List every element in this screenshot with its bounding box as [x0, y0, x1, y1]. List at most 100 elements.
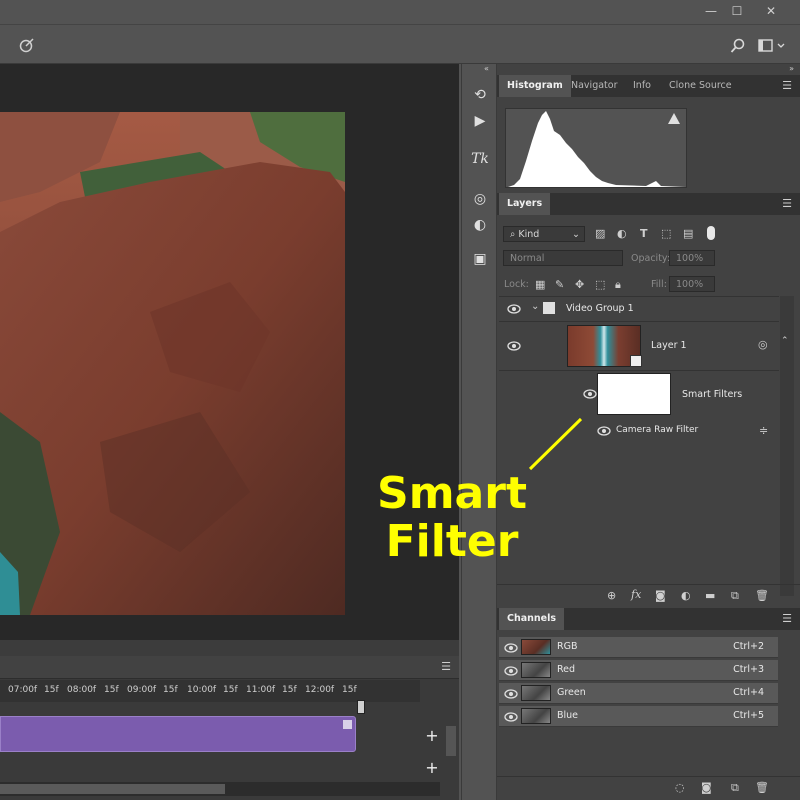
layers-scrollbar[interactable]: ⌃: [780, 296, 794, 596]
brush-target-icon[interactable]: [18, 37, 34, 53]
channel-thumbnail: [521, 639, 551, 655]
tab-channels[interactable]: Channels: [499, 608, 565, 630]
close-button[interactable]: ✕: [758, 2, 784, 20]
new-layer-icon[interactable]: ⧉: [731, 589, 739, 603]
collapse-icon[interactable]: »: [789, 64, 794, 73]
timeline-ruler[interactable]: 07:00f 15f 08:00f 15f 09:00f 15f 10:00f …: [0, 680, 420, 714]
opacity-field[interactable]: 100%: [669, 250, 715, 266]
layer-row-layer1[interactable]: Layer 1 ◎: [499, 322, 779, 371]
tick-label: 15f: [223, 685, 238, 695]
blend-mode-select[interactable]: Normal: [503, 250, 623, 266]
eye-icon[interactable]: [597, 426, 611, 436]
panel-icon-strip: « ⟲ ▶ Tk ◎ ◐ ▣: [461, 64, 497, 800]
warning-icon[interactable]: [668, 113, 680, 124]
channel-row-green[interactable]: Green Ctrl+4: [499, 683, 778, 704]
tick-label: 15f: [282, 685, 297, 695]
filter-toggle[interactable]: [707, 226, 715, 240]
properties-icon[interactable]: ▣: [462, 248, 498, 270]
collapse-icon[interactable]: «: [484, 64, 489, 73]
tick-label: 15f: [104, 685, 119, 695]
tab-info[interactable]: Info: [625, 75, 659, 97]
search-icon[interactable]: [730, 38, 746, 54]
filter-blending-options-icon[interactable]: ≑: [759, 424, 768, 437]
opacity-label: Opacity:: [631, 253, 671, 264]
add-track-button[interactable]: +: [420, 756, 444, 780]
channel-row-rgb[interactable]: RGB Ctrl+2: [499, 637, 778, 658]
minimize-button[interactable]: —: [698, 2, 724, 20]
timeline-panel: ☰ 07:00f 15f 08:00f 15f 09:00f 15f 10:00…: [0, 656, 459, 800]
lock-all-icon[interactable]: 🔒︎: [615, 278, 621, 292]
channel-name: Blue: [557, 710, 579, 721]
clip-menu-icon[interactable]: [343, 720, 352, 729]
smart-filter-mask[interactable]: [597, 373, 671, 415]
delete-layer-icon[interactable]: 🗑︎: [755, 589, 769, 602]
tab-navigator[interactable]: Navigator: [563, 75, 625, 97]
histogram-menu-icon[interactable]: ☰: [782, 80, 792, 91]
timeline-menu-icon[interactable]: ☰: [441, 661, 451, 672]
new-group-icon[interactable]: ▬: [705, 589, 715, 602]
history-icon[interactable]: ⟲: [462, 84, 498, 106]
eye-icon[interactable]: [504, 643, 518, 653]
maximize-button[interactable]: ☐: [724, 2, 750, 20]
callout-line2: Filter: [385, 516, 519, 567]
workspace-icon[interactable]: [758, 39, 788, 53]
add-media-button[interactable]: +: [420, 718, 444, 754]
tick-label: 10:00f: [187, 685, 217, 695]
eye-icon[interactable]: [504, 712, 518, 722]
video-clip[interactable]: [0, 716, 356, 752]
timeline-vscroll[interactable]: [446, 726, 456, 756]
libraries-icon[interactable]: ◎: [462, 188, 498, 210]
eye-icon[interactable]: [504, 689, 518, 699]
filter-pixel-icon[interactable]: ▨: [595, 227, 605, 240]
lock-artboard-icon[interactable]: ⬚: [595, 278, 605, 291]
filter-shape-icon[interactable]: ⬚: [661, 227, 671, 240]
fill-field[interactable]: 100%: [669, 276, 715, 292]
playhead-handle[interactable]: [357, 700, 365, 714]
lock-position-icon[interactable]: ✥: [575, 278, 584, 291]
character-icon[interactable]: Tk: [462, 148, 498, 170]
fx-icon[interactable]: fx: [631, 588, 641, 601]
eye-icon[interactable]: [507, 341, 521, 351]
layer-row-group[interactable]: ⌄ Video Group 1: [499, 297, 779, 322]
tab-histogram[interactable]: Histogram: [499, 75, 571, 97]
channel-row-blue[interactable]: Blue Ctrl+5: [499, 706, 778, 727]
smart-filter-indicator-icon[interactable]: ◎: [758, 338, 768, 351]
eye-icon[interactable]: [507, 304, 521, 314]
tab-layers[interactable]: Layers: [499, 193, 551, 215]
lock-image-icon[interactable]: ✎: [555, 278, 564, 291]
play-actions-icon[interactable]: ▶: [462, 110, 498, 132]
delete-channel-icon[interactable]: 🗑︎: [755, 781, 769, 794]
channel-row-red[interactable]: Red Ctrl+3: [499, 660, 778, 681]
histogram-display: [505, 108, 687, 188]
canyon-photo[interactable]: [0, 112, 345, 615]
eye-icon[interactable]: [583, 389, 597, 399]
histogram-graph: [508, 111, 686, 187]
chevron-up-icon[interactable]: ⌃: [781, 336, 791, 352]
load-selection-icon[interactable]: ◌: [675, 781, 685, 794]
tab-clone-source[interactable]: Clone Source: [661, 75, 740, 97]
channel-thumbnail: [521, 708, 551, 724]
lock-transparent-icon[interactable]: ▦: [535, 278, 545, 291]
adjustments-icon[interactable]: ◐: [462, 214, 498, 236]
channels-tabbar: Channels ☰: [497, 608, 800, 630]
canvas-scrollbar[interactable]: [0, 640, 459, 656]
filter-type-icon[interactable]: T: [640, 227, 648, 240]
chevron-down-icon[interactable]: ⌄: [531, 301, 539, 312]
smart-filters-row[interactable]: Smart Filters: [499, 371, 779, 421]
new-adjustment-icon[interactable]: ◐: [681, 589, 691, 602]
channel-name: RGB: [557, 641, 578, 652]
channels-menu-icon[interactable]: ☰: [782, 613, 792, 624]
title-bar: — ☐ ✕: [0, 0, 800, 24]
filter-smart-object-icon[interactable]: ▤: [683, 227, 693, 240]
layer-kind-filter[interactable]: ⌕ Kind ⌄: [503, 226, 585, 242]
options-bar: [0, 24, 800, 64]
link-layers-icon[interactable]: ⊕: [607, 589, 616, 602]
save-selection-icon[interactable]: ◙: [701, 781, 712, 794]
eye-icon[interactable]: [504, 666, 518, 676]
layers-menu-icon[interactable]: ☰: [782, 198, 792, 209]
add-mask-icon[interactable]: ◙: [655, 589, 666, 602]
new-channel-icon[interactable]: ⧉: [731, 781, 739, 795]
timeline-hscroll[interactable]: [0, 782, 440, 796]
smart-object-badge-icon: [630, 355, 642, 367]
filter-adjustment-icon[interactable]: ◐: [617, 227, 627, 240]
